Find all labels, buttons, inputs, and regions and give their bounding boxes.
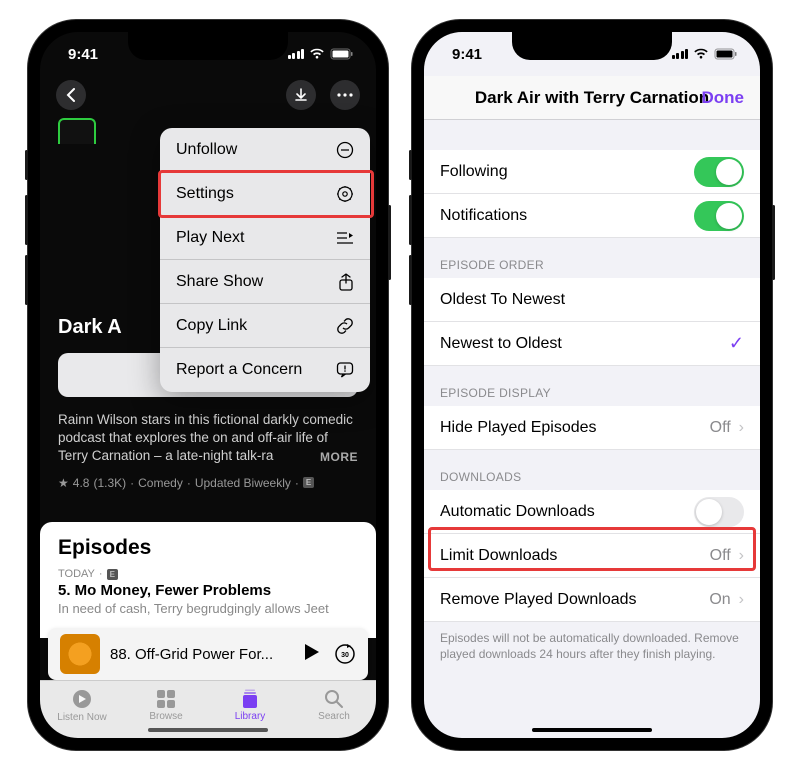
context-menu: Unfollow Settings Play Next Share Show C…: [160, 128, 370, 392]
nav-bar: Dark Air with Terry Carnation Done: [424, 76, 760, 120]
header-episode-order: EPISODE ORDER: [424, 238, 760, 278]
episodes-section: Episodes TODAY· E 5. Mo Money, Fewer Pro…: [40, 522, 376, 638]
star-icon: ★: [58, 476, 69, 490]
share-icon: [338, 273, 354, 291]
now-playing-bar[interactable]: 88. Off-Grid Power For... 30: [48, 628, 368, 680]
settings-list[interactable]: Following Notifications EPISODE ORDER Ol…: [424, 120, 760, 738]
toggle-following[interactable]: [694, 157, 744, 187]
play-control[interactable]: [304, 643, 320, 665]
report-icon: [336, 362, 354, 378]
tab-library[interactable]: Library: [208, 681, 292, 730]
minus-circle-icon: [336, 141, 354, 159]
download-button[interactable]: [286, 80, 316, 110]
chevron-right-icon: ›: [739, 547, 744, 565]
search-icon: [324, 689, 344, 709]
downloads-footer: Episodes will not be automatically downl…: [424, 622, 760, 670]
status-icons: [288, 48, 355, 60]
explicit-badge: E: [303, 477, 314, 488]
status-icons: [672, 48, 739, 60]
cell-automatic-downloads[interactable]: Automatic Downloads: [424, 490, 760, 534]
status-time: 9:41: [452, 46, 482, 63]
ellipsis-icon: [337, 93, 353, 97]
cellular-icon: [288, 49, 305, 59]
cell-following[interactable]: Following: [424, 150, 760, 194]
phone-right: 9:41 Dark Air with Terry Carnation Done …: [412, 20, 772, 750]
done-button[interactable]: Done: [702, 88, 745, 108]
menu-unfollow[interactable]: Unfollow: [160, 128, 370, 172]
header-episode-display: EPISODE DISPLAY: [424, 366, 760, 406]
download-icon: [294, 88, 308, 102]
status-time: 9:41: [68, 46, 98, 63]
chevron-right-icon: ›: [739, 591, 744, 609]
tab-browse[interactable]: Browse: [124, 681, 208, 730]
menu-settings[interactable]: Settings: [160, 172, 370, 216]
cell-hide-played[interactable]: Hide Played Episodes Off›: [424, 406, 760, 450]
podcast-description: Rainn Wilson stars in this fictional dar…: [58, 411, 358, 466]
podcast-artwork[interactable]: [58, 118, 96, 144]
episode-description: In need of cash, Terry begrudgingly allo…: [40, 601, 376, 620]
screen-podcast-show: 9:41 Dar: [40, 32, 376, 738]
cell-notifications[interactable]: Notifications: [424, 194, 760, 238]
screen-settings: 9:41 Dark Air with Terry Carnation Done …: [424, 32, 760, 738]
home-indicator[interactable]: [148, 728, 268, 732]
checkmark-icon: ✓: [729, 333, 744, 354]
cell-remove-played-downloads[interactable]: Remove Played Downloads On›: [424, 578, 760, 622]
cell-limit-downloads[interactable]: Limit Downloads Off›: [424, 534, 760, 578]
wifi-icon: [693, 48, 709, 60]
nav-bar: [40, 76, 376, 118]
svg-text:30: 30: [341, 652, 349, 659]
episode-date: TODAY· E: [40, 568, 376, 580]
notch: [512, 32, 672, 60]
menu-report[interactable]: Report a Concern: [160, 348, 370, 392]
menu-copy-link[interactable]: Copy Link: [160, 304, 370, 348]
cell-newest-to-oldest[interactable]: Newest to Oldest ✓: [424, 322, 760, 366]
grid-icon: [156, 689, 176, 709]
podcast-meta: ★ 4.8 (1.3K) · Comedy · Updated Biweekly…: [58, 476, 358, 490]
now-playing-artwork: [60, 634, 100, 674]
home-indicator[interactable]: [532, 728, 652, 732]
toggle-notifications[interactable]: [694, 201, 744, 231]
menu-share-show[interactable]: Share Show: [160, 260, 370, 304]
gear-icon: [336, 185, 354, 203]
menu-play-next[interactable]: Play Next: [160, 216, 370, 260]
explicit-badge: E: [107, 569, 118, 580]
play-next-icon: [336, 231, 354, 245]
tab-search[interactable]: Search: [292, 681, 376, 730]
back-button[interactable]: [56, 80, 86, 110]
play-circle-icon: [71, 688, 93, 710]
skip-forward-30-icon[interactable]: 30: [334, 643, 356, 665]
more-button[interactable]: [330, 80, 360, 110]
phone-left: 9:41 Dar: [28, 20, 388, 750]
library-icon: [239, 689, 261, 709]
episode-title[interactable]: 5. Mo Money, Fewer Problems: [40, 580, 376, 601]
toggle-automatic-downloads[interactable]: [694, 497, 744, 527]
chevron-right-icon: ›: [739, 419, 744, 437]
more-button-text[interactable]: MORE: [312, 449, 358, 465]
now-playing-title: 88. Off-Grid Power For...: [110, 646, 294, 663]
battery-icon: [330, 48, 354, 60]
episodes-header: Episodes: [40, 522, 376, 568]
cellular-icon: [672, 49, 689, 59]
cell-oldest-to-newest[interactable]: Oldest To Newest: [424, 278, 760, 322]
chevron-left-icon: [66, 88, 76, 102]
battery-icon: [714, 48, 738, 60]
tab-listen-now[interactable]: Listen Now: [40, 681, 124, 730]
notch: [128, 32, 288, 60]
wifi-icon: [309, 48, 325, 60]
link-icon: [336, 317, 354, 335]
header-downloads: DOWNLOADS: [424, 450, 760, 490]
